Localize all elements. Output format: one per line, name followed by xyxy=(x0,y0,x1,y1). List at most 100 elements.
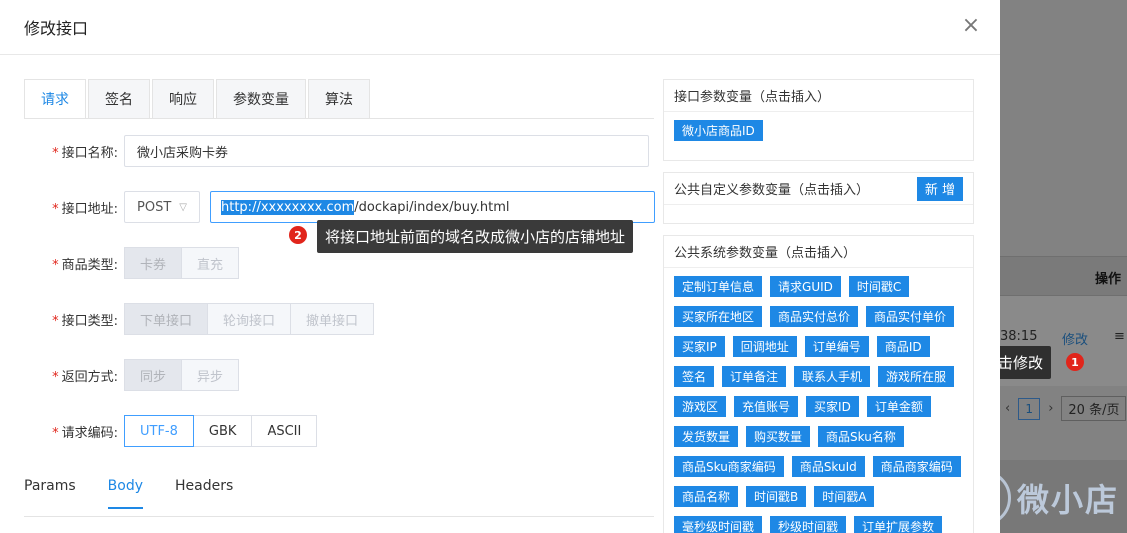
system-param-chip[interactable]: 商品实付单价 xyxy=(866,306,955,327)
system-param-chip[interactable]: 商品名称 xyxy=(674,486,739,507)
form-row-encoding: * 请求编码: UTF-8 GBK ASCII xyxy=(24,415,318,447)
add-custom-param-button[interactable]: 新 增 xyxy=(916,176,963,201)
bg-more-icon[interactable]: ≡ xyxy=(1114,329,1125,344)
system-param-chip[interactable]: 充值账号 xyxy=(734,396,799,417)
panel-public-system-title: 公共系统参数变量（点击插入） xyxy=(664,236,973,268)
system-param-chip[interactable]: 买家所在地区 xyxy=(674,306,763,327)
panel-public-system: 公共系统参数变量（点击插入） 定制订单信息 请求GUID 时间戳C 买家所在地区 商品实… xyxy=(663,235,974,533)
next-page-icon[interactable]: › xyxy=(1048,401,1053,416)
system-param-chip[interactable]: 订单扩展参数 xyxy=(854,516,943,533)
system-param-chip[interactable]: 游戏所在服 xyxy=(878,366,955,387)
system-param-chip[interactable]: 请求GUID xyxy=(770,276,841,297)
dialog-title: 修改接口 xyxy=(24,19,89,38)
hint-change-domain: 将接口地址前面的域名改成微小店的店铺地址 xyxy=(317,220,634,253)
system-param-chip[interactable]: 订单金额 xyxy=(866,396,931,417)
bg-modify-link[interactable]: 修改 xyxy=(1062,329,1088,348)
encoding-utf8[interactable]: UTF-8 xyxy=(124,415,194,447)
bg-pagination: ‹ 1 › 20 条/页 xyxy=(1005,396,1127,421)
page-number[interactable]: 1 xyxy=(1018,397,1041,420)
close-icon[interactable]: × xyxy=(960,15,982,37)
request-tabs: 请求 签名 响应 参数变量 算法 xyxy=(24,79,372,119)
encoding-label: * 请求编码: xyxy=(52,425,118,441)
system-param-chip[interactable]: 商品Sku名称 xyxy=(818,426,904,447)
prev-page-icon[interactable]: ‹ xyxy=(1005,401,1010,416)
system-param-chip[interactable]: 时间戳C xyxy=(848,276,910,297)
param-chip[interactable]: 微小店商品ID xyxy=(674,120,763,141)
system-param-chip[interactable]: 商品SkuId xyxy=(791,456,865,477)
tab-request[interactable]: 请求 xyxy=(24,79,86,119)
panel-public-custom-title: 公共自定义参数变量（点击插入） 新 增 xyxy=(664,173,973,205)
system-param-chip[interactable]: 回调地址 xyxy=(732,336,797,357)
return-mode-async[interactable]: 异步 xyxy=(181,359,240,391)
system-param-chip[interactable]: 订单备注 xyxy=(722,366,787,387)
interface-name-input[interactable]: 微小店采购卡券 xyxy=(124,135,649,167)
tab-response[interactable]: 响应 xyxy=(152,79,214,119)
subtab-headers[interactable]: Headers xyxy=(175,478,233,509)
bg-operation-header: 操作 xyxy=(1095,272,1122,287)
encoding-radio-group: UTF-8 GBK ASCII xyxy=(124,415,318,447)
system-param-chip[interactable]: 签名 xyxy=(674,366,715,387)
system-param-chip[interactable]: 买家ID xyxy=(806,396,859,417)
form-row-return-mode: * 返回方式: 同步 异步 xyxy=(24,359,240,391)
page-size-select[interactable]: 20 条/页 xyxy=(1061,396,1127,421)
encoding-gbk[interactable]: GBK xyxy=(192,415,253,447)
goods-type-direct[interactable]: 直充 xyxy=(181,247,240,279)
api-type-radio-group: 下单接口 轮询接口 撤单接口 xyxy=(124,303,375,335)
url-path: /dockapi/index/buy.html xyxy=(354,199,510,215)
form-row-api-type: * 接口类型: 下单接口 轮询接口 撤单接口 xyxy=(24,303,375,335)
system-param-chip[interactable]: 联系人手机 xyxy=(794,366,871,387)
subtab-params[interactable]: Params xyxy=(24,478,76,509)
interface-params-chips: 微小店商品ID xyxy=(664,112,973,149)
subtab-body[interactable]: Body xyxy=(107,478,144,509)
system-param-chip[interactable]: 发货数量 xyxy=(674,426,739,447)
system-param-chip[interactable]: 时间戳B xyxy=(746,486,807,507)
watermark-title: 微小店 xyxy=(1017,481,1120,519)
system-param-chip[interactable]: 购买数量 xyxy=(746,426,811,447)
dialog-header: 修改接口 × xyxy=(0,0,1000,55)
panel-public-custom: 公共自定义参数变量（点击插入） 新 增 xyxy=(663,172,974,224)
panel-interface-params: 接口参数变量（点击插入） 微小店商品ID xyxy=(663,79,974,161)
body-subtabs: Params Body Headers xyxy=(24,478,233,509)
system-param-chip[interactable]: 订单编号 xyxy=(804,336,869,357)
api-type-poll[interactable]: 轮询接口 xyxy=(207,303,292,335)
tab-param-vars[interactable]: 参数变量 xyxy=(216,79,306,119)
method-value: POST xyxy=(137,199,172,215)
system-param-chip[interactable]: 买家IP xyxy=(674,336,725,357)
form-row-goods-type: * 商品类型: 卡券 直充 xyxy=(24,247,240,279)
api-type-cancel[interactable]: 撤单接口 xyxy=(290,303,375,335)
system-param-chip[interactable]: 商品实付总价 xyxy=(770,306,859,327)
subtabs-divider xyxy=(24,516,654,517)
tabs-divider xyxy=(24,118,654,119)
return-mode-sync[interactable]: 同步 xyxy=(124,359,183,391)
system-param-chip[interactable]: 毫秒级时间戳 xyxy=(674,516,763,533)
name-label: * 接口名称: xyxy=(52,145,118,161)
api-type-label: * 接口类型: xyxy=(52,313,118,329)
interface-url-input[interactable]: http://xxxxxxxx.com/dockapi/index/buy.ht… xyxy=(210,191,655,223)
bg-row-time: 38:15 xyxy=(1000,329,1038,344)
goods-type-label: * 商品类型: xyxy=(52,257,118,273)
chevron-down-icon: ▽ xyxy=(179,201,187,213)
system-param-chip[interactable]: 商品Sku商家编码 xyxy=(674,456,784,477)
tab-algorithm[interactable]: 算法 xyxy=(308,79,370,119)
return-mode-label: * 返回方式: xyxy=(52,369,118,385)
goods-type-radio-group: 卡券 直充 xyxy=(124,247,240,279)
encoding-ascii[interactable]: ASCII xyxy=(251,415,318,447)
form-row-url: * 接口地址: POST ▽ http://xxxxxxxx.com/dockap… xyxy=(24,191,655,223)
method-select[interactable]: POST ▽ xyxy=(124,191,200,223)
url-label: * 接口地址: xyxy=(52,201,118,217)
system-param-chip[interactable]: 商品ID xyxy=(876,336,930,357)
tab-sign[interactable]: 签名 xyxy=(88,79,150,119)
goods-type-card[interactable]: 卡券 xyxy=(124,247,183,279)
url-domain-selected: http://xxxxxxxx.com xyxy=(221,199,355,215)
step-badge-2: 2 xyxy=(289,226,307,244)
system-param-chip[interactable]: 秒级时间戳 xyxy=(770,516,847,533)
system-param-chip[interactable]: 时间戳A xyxy=(814,486,875,507)
system-param-chip[interactable]: 定制订单信息 xyxy=(674,276,763,297)
panel-interface-params-title: 接口参数变量（点击插入） xyxy=(664,80,973,112)
system-param-chip[interactable]: 游戏区 xyxy=(674,396,727,417)
system-params-chips: 定制订单信息 请求GUID 时间戳C 买家所在地区 商品实付总价 商品实付单价买家IP 回调… xyxy=(664,268,973,533)
system-param-chip[interactable]: 商品商家编码 xyxy=(872,456,961,477)
edit-interface-dialog: 修改接口 × 请求 签名 响应 参数变量 算法 * 接口名称: 微小店采购卡券 *… xyxy=(0,0,1000,533)
form-row-name: * 接口名称: 微小店采购卡券 xyxy=(24,135,649,167)
api-type-order[interactable]: 下单接口 xyxy=(124,303,209,335)
